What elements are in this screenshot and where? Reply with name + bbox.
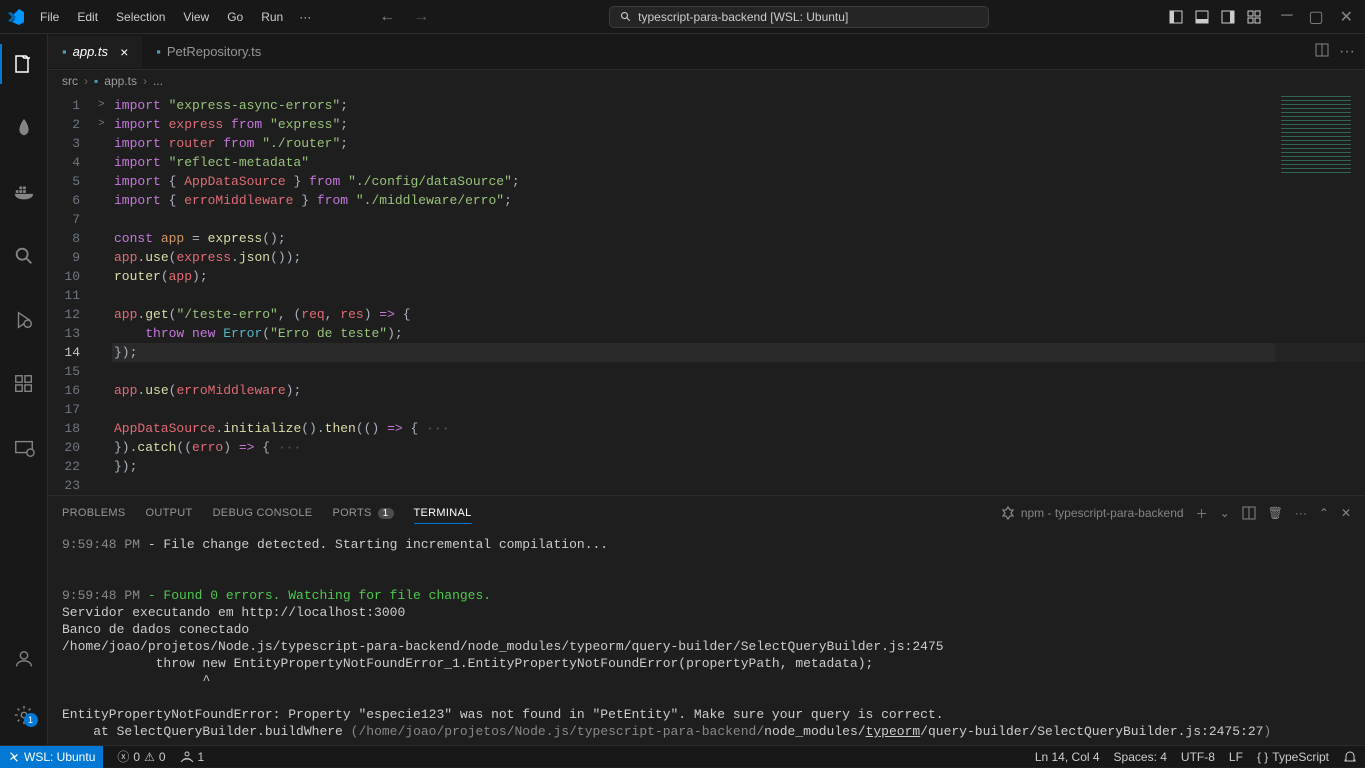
menu-file[interactable]: File	[32, 6, 67, 28]
line-numbers: 123456789101112131415161718202223	[48, 92, 98, 495]
minimap[interactable]	[1275, 92, 1365, 495]
status-cursor[interactable]: Ln 14, Col 4	[1035, 750, 1100, 764]
fold-column[interactable]: >>	[98, 92, 112, 495]
title-bar: FileEditSelectionViewGoRun ··· ← → types…	[0, 0, 1365, 34]
menu-more[interactable]: ···	[291, 6, 319, 28]
split-terminal-icon[interactable]	[1242, 506, 1256, 520]
ts-file-icon: ▪	[94, 74, 98, 88]
menu-selection[interactable]: Selection	[108, 6, 173, 28]
status-indentation[interactable]: Spaces: 4	[1114, 750, 1167, 764]
panel: PROBLEMS OUTPUT DEBUG CONSOLE PORTS1 TERMINA…	[48, 495, 1365, 745]
activity-run-debug[interactable]	[0, 300, 48, 340]
nav-forward-icon[interactable]: →	[413, 8, 429, 26]
activity-explorer[interactable]	[0, 44, 48, 84]
menu-bar: FileEditSelectionViewGoRun	[32, 6, 291, 28]
terminal-output[interactable]: 9:59:48 PM - File change detected. Start…	[48, 530, 1365, 745]
terminal-dropdown-icon[interactable]: ⌄	[1220, 506, 1230, 520]
code-content[interactable]: import "express-async-errors";import exp…	[112, 92, 1365, 495]
activity-accounts[interactable]	[0, 641, 48, 677]
layout-customize-icon[interactable]	[1247, 10, 1261, 24]
manage-badge: 1	[24, 713, 38, 727]
terminal-task-label[interactable]: npm - typescript-para-backend	[1001, 506, 1184, 520]
menu-view[interactable]: View	[175, 6, 217, 28]
new-terminal-icon[interactable]: ＋	[1196, 505, 1208, 522]
activity-docker-icon[interactable]	[0, 172, 48, 212]
menu-edit[interactable]: Edit	[69, 6, 106, 28]
menu-go[interactable]: Go	[219, 6, 251, 28]
panel-more-icon[interactable]: ···	[1295, 506, 1307, 520]
panel-maximize-icon[interactable]: ⌃	[1319, 506, 1329, 520]
code-editor[interactable]: 123456789101112131415161718202223 >> imp…	[48, 92, 1365, 495]
panel-tab-problems[interactable]: PROBLEMS	[62, 503, 126, 524]
menu-run[interactable]: Run	[253, 6, 291, 28]
panel-tab-output[interactable]: OUTPUT	[146, 503, 193, 524]
activity-search[interactable]	[0, 236, 48, 276]
split-editor-icon[interactable]	[1315, 43, 1329, 61]
breadcrumb-symbol[interactable]: ...	[153, 74, 163, 88]
breadcrumb-file[interactable]: app.ts	[104, 74, 137, 88]
window-minimize-icon[interactable]: ─	[1281, 7, 1292, 27]
status-notifications-icon[interactable]	[1343, 750, 1357, 764]
status-ports[interactable]: 1	[180, 750, 205, 764]
activity-manage[interactable]: 1	[0, 697, 48, 733]
activity-mongodb-icon[interactable]	[0, 108, 48, 148]
more-actions-icon[interactable]: ···	[1339, 43, 1355, 61]
editor-tabs: ▪app.ts×▪PetRepository.ts ···	[48, 34, 1365, 70]
status-problems[interactable]: ⓧ0 ⚠0	[117, 748, 165, 765]
vscode-logo-icon	[0, 9, 32, 25]
panel-tab-ports[interactable]: PORTS1	[332, 503, 393, 524]
panel-close-icon[interactable]: ✕	[1341, 506, 1351, 520]
status-remote[interactable]: WSL: Ubuntu	[0, 746, 103, 768]
panel-tab-debug-console[interactable]: DEBUG CONSOLE	[213, 503, 313, 524]
window-close-icon[interactable]: ✕	[1340, 7, 1353, 27]
nav-back-icon[interactable]: ←	[379, 8, 395, 26]
ts-file-icon: ▪	[62, 44, 67, 59]
breadcrumb[interactable]: src › ▪ app.ts › ...	[48, 70, 1365, 92]
layout-panel-icon[interactable]	[1195, 10, 1209, 24]
breadcrumb-folder[interactable]: src	[62, 74, 78, 88]
status-eol[interactable]: LF	[1229, 750, 1243, 764]
layout-sidebar-left-icon[interactable]	[1169, 10, 1183, 24]
activity-remote-explorer[interactable]	[0, 428, 48, 468]
tab-app-ts[interactable]: ▪app.ts×	[48, 36, 142, 68]
panel-tab-terminal[interactable]: TERMINAL	[414, 503, 472, 524]
command-center[interactable]: typescript-para-backend [WSL: Ubuntu]	[609, 6, 989, 28]
tab-PetRepository-ts[interactable]: ▪PetRepository.ts	[142, 36, 275, 68]
layout-sidebar-right-icon[interactable]	[1221, 10, 1235, 24]
status-language[interactable]: { } TypeScript	[1257, 750, 1329, 764]
activity-bar: 1	[0, 34, 48, 745]
close-tab-icon[interactable]: ×	[120, 44, 128, 60]
window-maximize-icon[interactable]: ▢	[1308, 7, 1323, 27]
status-bar: WSL: Ubuntu ⓧ0 ⚠0 1 Ln 14, Col 4 Spaces:…	[0, 745, 1365, 767]
kill-terminal-icon[interactable]: 🗑	[1268, 506, 1283, 520]
activity-extensions[interactable]	[0, 364, 48, 404]
status-encoding[interactable]: UTF-8	[1181, 750, 1215, 764]
panel-tabs: PROBLEMS OUTPUT DEBUG CONSOLE PORTS1 TERMINA…	[48, 496, 1365, 530]
search-text: typescript-para-backend [WSL: Ubuntu]	[638, 10, 848, 24]
ts-file-icon: ▪	[156, 44, 161, 59]
